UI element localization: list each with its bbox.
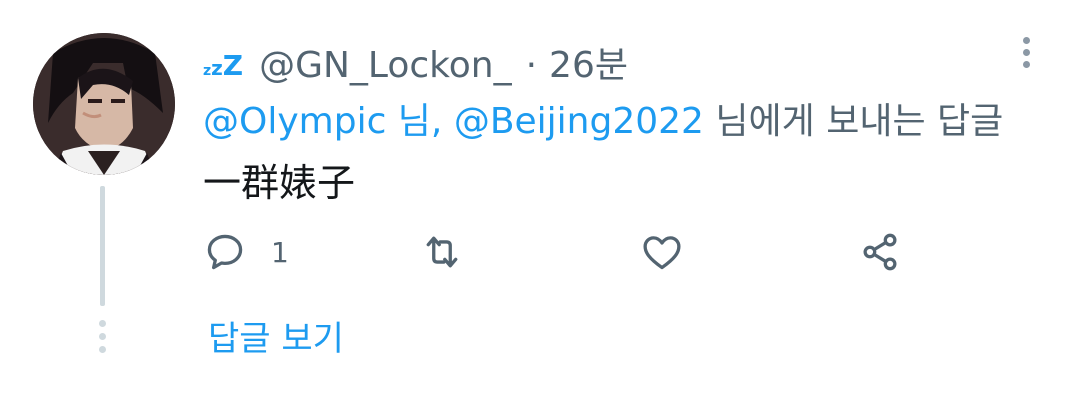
tweet-header: zzZ @GN_Lockon_ · 26분 [203,36,628,88]
reply-icon [207,234,243,270]
retweet-icon [426,236,458,268]
reply-to-joiner: 님, [386,101,454,142]
share-icon [863,233,897,271]
action-bar: 1 [0,230,1080,280]
reply-to-suffix: 님에게 보내는 답글 [703,101,1004,142]
user-handle[interactable]: @GN_Lockon_ [259,45,511,86]
tweet-text: 一群婊子 [203,161,356,205]
thread-continuation-dots [98,320,107,353]
retweet-button[interactable] [420,230,464,274]
heart-icon [643,236,681,270]
avatar[interactable] [33,33,175,175]
mention-olympic[interactable]: @Olympic [203,101,386,142]
reply-button[interactable]: 1 [203,230,289,274]
like-button[interactable] [640,230,684,274]
avatar-image [33,33,175,175]
tweet-time[interactable]: 26분 [549,36,628,88]
header-separator: · [525,45,538,86]
show-replies-link[interactable]: 답글 보기 [208,311,344,360]
reply-count: 1 [271,235,289,269]
more-options-icon[interactable] [1020,37,1032,68]
share-button[interactable] [858,230,902,274]
reply-to-line: @Olympic 님, @Beijing2022 님에게 보내는 답글 [203,92,1003,144]
sleep-zzz-icon: zzZ [203,49,244,82]
mention-beijing2022[interactable]: @Beijing2022 [454,101,704,142]
